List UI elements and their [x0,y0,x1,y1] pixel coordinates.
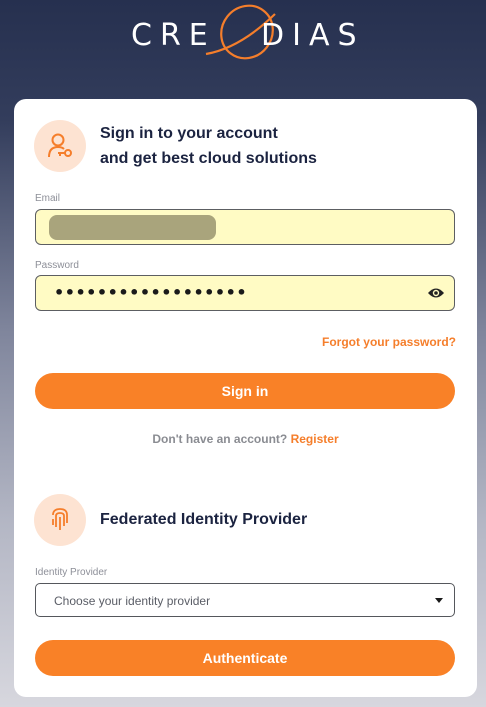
brand-name-right: DIAS [261,18,365,53]
password-value: •••••••••••••••••• [54,283,248,302]
register-link[interactable]: Register [291,432,339,446]
login-card: Sign in to your account and get best clo… [14,99,477,697]
forgot-password-link[interactable]: Forgot your password? [322,335,456,349]
chevron-down-icon [435,598,443,603]
signin-heading-line1: Sign in to your account [100,125,278,142]
register-prompt: Don't have an account? Register [14,432,477,446]
redacted-email [49,215,216,240]
email-field[interactable] [35,209,455,245]
brand-logo-graphic: CRE DIAS [131,4,365,60]
authenticate-button[interactable]: Authenticate [35,640,455,676]
brand-name-left: CRE [131,18,216,53]
email-label: Email [35,193,61,204]
sign-in-button[interactable]: Sign in [35,373,455,409]
brand-logo: CRE DIAS [0,0,486,80]
eye-icon[interactable] [427,286,445,300]
federated-heading: Federated Identity Provider [100,511,308,528]
identity-provider-placeholder: Choose your identity provider [54,594,211,608]
password-label: Password [35,260,79,271]
identity-provider-label: Identity Provider [35,567,108,578]
fingerprint-icon [34,494,86,546]
signin-heading: Sign in to your account and get best clo… [100,121,317,171]
signin-heading-line2: and get best cloud solutions [100,150,317,167]
no-account-text: Don't have an account? [152,432,288,446]
identity-provider-select[interactable]: Choose your identity provider [35,583,455,617]
password-field[interactable]: •••••••••••••••••• [35,275,455,311]
user-key-icon [34,120,86,172]
